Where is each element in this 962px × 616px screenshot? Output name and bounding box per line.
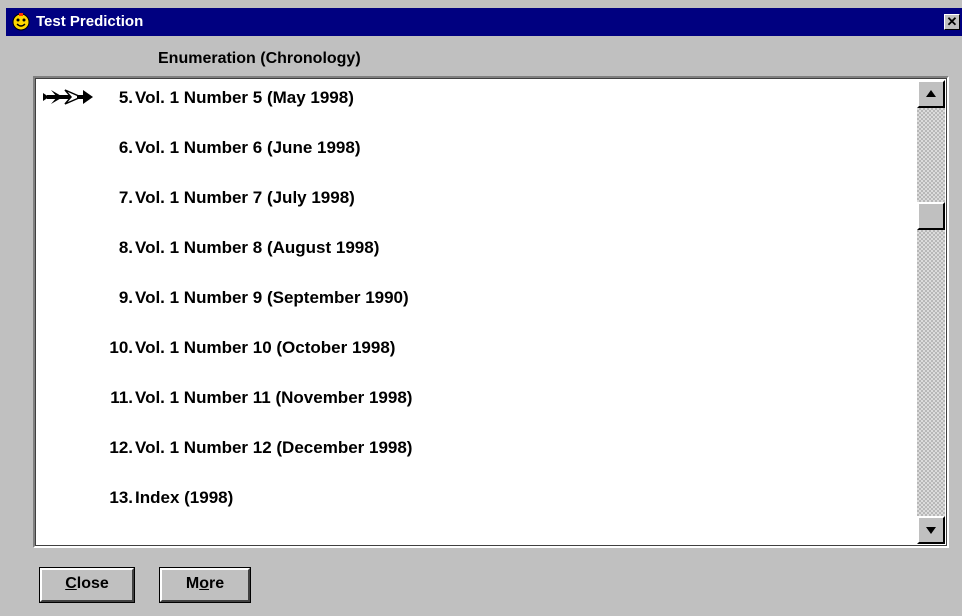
list-item[interactable]: 11. Vol. 1 Number 11 (November 1998): [37, 380, 917, 430]
item-text: Vol. 1 Number 5 (May 1998): [135, 88, 354, 107]
item-number: 11.: [110, 388, 133, 407]
item-number: 10.: [109, 338, 133, 357]
item-text: Vol. 1 Number 8 (August 1998): [135, 238, 380, 257]
more-label-first: M: [185, 575, 200, 592]
item-text: Vol. 1 Number 9 (September 1990): [135, 288, 409, 307]
close-icon: ✕: [946, 14, 958, 29]
prediction-dialog: Test Prediction ✕ Enumeration (Chronolog…: [0, 0, 962, 616]
list-item[interactable]: 5. Vol. 1 Number 5 (May 1998): [37, 80, 917, 130]
scroll-up-button[interactable]: [917, 80, 945, 108]
window-title: Test Prediction: [36, 13, 144, 30]
item-text: Vol. 1 Number 6 (June 1998): [135, 138, 361, 157]
list-item[interactable]: 9. Vol. 1 Number 9 (September 1990): [37, 280, 917, 330]
close-label-rest: lose: [76, 575, 109, 592]
item-number: 5.: [118, 88, 133, 107]
list-item[interactable]: 12. Vol. 1 Number 12 (December 1998): [37, 430, 917, 480]
item-text: Index (1998): [135, 488, 234, 507]
more-mnemonic: o: [199, 575, 209, 592]
scroll-thumb[interactable]: [917, 202, 945, 230]
list-item[interactable]: 8. Vol. 1 Number 8 (August 1998): [37, 230, 917, 280]
more-label-rest: re: [208, 575, 225, 592]
item-number: 7.: [118, 188, 133, 207]
list-area: 5. Vol. 1 Number 5 (May 1998) 6. Vol. 1 …: [37, 80, 917, 544]
item-text: Vol. 1 Number 12 (December 1998): [135, 438, 413, 457]
enumeration-listbox[interactable]: 5. Vol. 1 Number 5 (May 1998) 6. Vol. 1 …: [33, 76, 949, 548]
vertical-scrollbar[interactable]: [917, 80, 945, 544]
list-item[interactable]: 10. Vol. 1 Number 10 (October 1998): [37, 330, 917, 380]
close-mnemonic: C: [65, 575, 77, 592]
item-text: Vol. 1 Number 7 (July 1998): [135, 188, 355, 207]
list-item[interactable]: 7. Vol. 1 Number 7 (July 1998): [37, 180, 917, 230]
item-number: 6.: [118, 138, 133, 157]
more-button[interactable]: More: [159, 567, 251, 603]
list-item[interactable]: 13. Index (1998): [37, 480, 917, 530]
app-icon: [12, 13, 30, 31]
window-close-button[interactable]: ✕: [944, 14, 960, 30]
close-button[interactable]: Close: [39, 567, 135, 603]
item-number: 12.: [109, 438, 133, 457]
arrow-up-icon: [926, 90, 936, 97]
item-number: 13.: [109, 488, 133, 507]
item-number: 9.: [118, 288, 133, 307]
arrow-down-icon: [926, 527, 936, 534]
item-number: 8.: [118, 238, 133, 257]
arrow-pointer-icon: [43, 89, 93, 105]
title-bar[interactable]: Test Prediction ✕: [6, 8, 962, 36]
item-text: Vol. 1 Number 10 (October 1998): [135, 338, 396, 357]
column-header: Enumeration (Chronology): [158, 50, 361, 67]
scroll-down-button[interactable]: [917, 516, 945, 544]
item-text: Vol. 1 Number 11 (November 1998): [135, 388, 413, 407]
list-item[interactable]: 6. Vol. 1 Number 6 (June 1998): [37, 130, 917, 180]
